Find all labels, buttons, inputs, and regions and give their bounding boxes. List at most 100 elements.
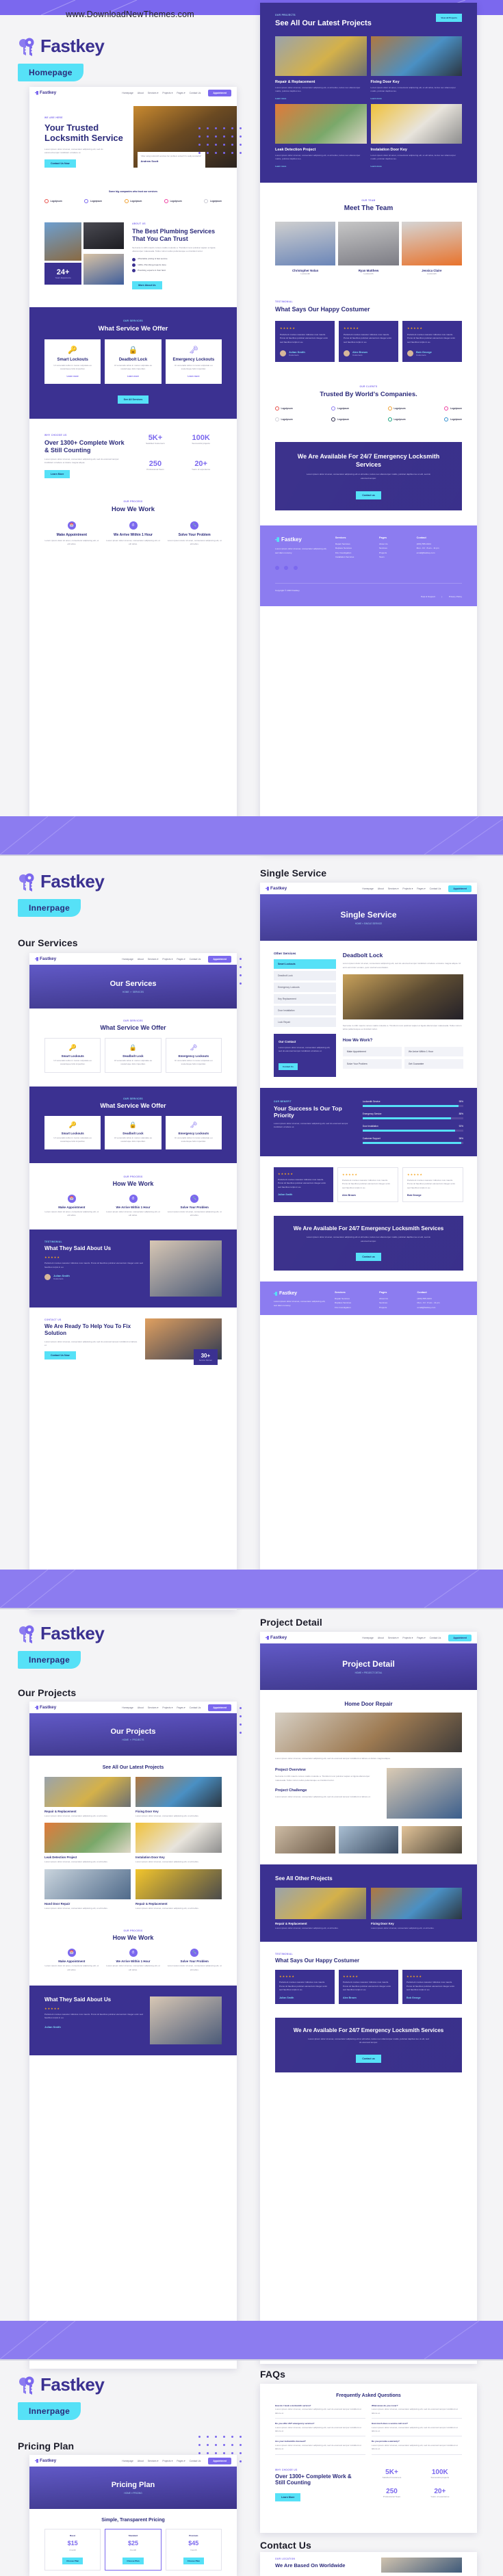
project-card[interactable]: Instalation Door Key Lorem ipsum dolor si… [136,1823,222,1864]
ready-cta[interactable]: Contact Us Now [44,1351,76,1360]
nav-link[interactable]: About [138,1706,144,1709]
cta-banner-button[interactable]: Contact us [356,2054,381,2063]
navbar[interactable]: Fastkey Homepage About Services ▾ Projec… [260,883,477,894]
appointment-button[interactable]: Appointment [208,1704,231,1711]
faq-item[interactable]: Are your locksmiths licensed? Lorem ipsum… [275,2440,365,2455]
navbar[interactable]: Fastkey Homepage About Services ▾ Projec… [29,953,237,965]
hero-cta[interactable]: Contact Us Now [44,159,76,168]
mockup-single-service[interactable]: Fastkey Homepage About Services ▾ Projec… [260,883,477,1600]
nav-link[interactable]: Services ▾ [148,2460,159,2462]
nav-link[interactable]: Services ▾ [148,92,159,94]
pricing-card[interactable]: Premium $45 /month Choose Plan [165,2529,222,2571]
nav-brand[interactable]: Fastkey [266,886,287,891]
nav-links[interactable]: Homepage About Services ▾ Projects ▾ Pag… [122,958,201,961]
choose-plan-button[interactable]: Choose Plan [183,2557,204,2564]
navbar[interactable]: Fastkey Homepage About Services ▾ Projec… [260,1632,477,1643]
mockup-contact[interactable]: OUR LOCATION We Are Based On Worldwide [260,2552,477,2576]
nav-link[interactable]: Pages ▾ [417,1637,425,1639]
project-card[interactable]: Hand Door Repair Lorem ipsum dolor sit am… [44,1869,131,1910]
nav-link[interactable]: Pages ▾ [417,887,425,890]
nav-link[interactable]: Projects ▾ [402,887,413,890]
faq-item[interactable]: How much does a service call cost? Lorem … [372,2422,462,2437]
pricing-card[interactable]: Basic $15 /month Choose Plan [44,2529,101,2571]
service-card[interactable]: 🔑 Smart Lockouts Ut venenatis tellus in … [44,1038,101,1073]
service-link[interactable]: Learn more [49,375,96,378]
mockup-homepage-right[interactable]: OUR PROJECTS See All Our Latest Projects… [260,3,477,853]
footer-link[interactable]: Team [379,555,409,559]
appointment-button[interactable]: Appointment [448,885,472,892]
nav-links[interactable]: Homepage About Services ▾ Projects ▾ Pag… [362,887,441,890]
view-all-projects-button[interactable]: View all Projects [436,14,462,22]
nav-brand[interactable]: Fastkey [35,1705,56,1710]
nav-link[interactable]: Contact Us [190,1706,201,1709]
nav-link[interactable]: Pages ▾ [177,92,185,94]
nav-brand[interactable]: Fastkey [35,957,56,961]
nav-link[interactable]: Contact Us [190,2460,201,2462]
faq-item[interactable]: Do you provide a warranty? Lorem ipsum do… [372,2440,462,2455]
choose-plan-button[interactable]: Choose Plan [122,2557,144,2564]
footer-link[interactable]: Installation Services [335,555,371,559]
service-card[interactable]: 🗝 Emergency Lockouts Ut venenatis tellus i… [165,1115,222,1149]
nav-link[interactable]: Contact Us [430,1637,441,1639]
project-link[interactable]: Learn more [275,97,367,100]
mockup-faqs[interactable]: Frequently Asked Questions How do I book… [260,2384,477,2533]
nav-links[interactable]: Homepage About Services ▾ Projects ▾ Pag… [122,2460,201,2462]
mockup-homepage[interactable]: Fastkey Homepage About Services ▾ Projec… [29,87,237,846]
nav-link[interactable]: Services ▾ [148,1706,159,1709]
service-card[interactable]: 🔒 Deadbolt Lock Ut venenatis tellus in m… [105,1038,162,1073]
mockup-our-projects[interactable]: Fastkey Homepage About Services ▾ Projec… [29,1702,237,2369]
nav-link[interactable]: Pages ▾ [177,1706,185,1709]
contact-card-button[interactable]: Contact Us [279,1063,298,1070]
mockup-project-detail[interactable]: Fastkey Homepage About Services ▾ Projec… [260,1632,477,2364]
project-link[interactable]: Learn more [371,165,463,168]
footer-link[interactable]: Projects [379,1305,409,1310]
project-card[interactable]: Repair & Replacement Lorem ipsum dolor si… [275,1888,366,1930]
nav-link[interactable]: Services ▾ [388,1637,399,1639]
navbar[interactable]: Fastkey Homepage About Services ▾ Projec… [29,2455,237,2467]
project-link[interactable]: Learn more [275,165,367,168]
project-card[interactable]: Repair & Replacement Lorem ipsum dolor s… [275,36,367,100]
nav-link[interactable]: About [378,887,384,890]
twitter-icon[interactable] [284,565,289,570]
nav-link[interactable]: About [138,2460,144,2462]
cta-banner-button[interactable]: Contact us [356,1253,381,1262]
team-member[interactable]: Christopher Nolan Locksmith [275,221,336,276]
appointment-button[interactable]: Appointment [208,89,231,96]
service-card[interactable]: 🔑 Smart Lockouts Ut venenatis tellus in me… [44,1115,101,1149]
nav-link[interactable]: Projects ▾ [162,958,172,961]
nav-link[interactable]: Pages ▾ [177,2460,185,2462]
nav-link[interactable]: Services ▾ [388,887,399,890]
nav-link[interactable]: Projects ▾ [402,1637,413,1639]
project-card[interactable]: Fixing Door Key Lorem ipsum dolor sit ame… [371,1888,462,1930]
nav-link[interactable]: Homepage [362,1637,374,1639]
nav-link[interactable]: Homepage [122,958,133,961]
service-card[interactable]: 🗝 Emergency Lockouts Ut venenatis tellus… [165,1038,222,1073]
about-cta[interactable]: More About Us [132,281,162,289]
stats-cta[interactable]: Learn More [44,469,70,478]
nav-link[interactable]: Projects ▾ [162,1706,172,1709]
appointment-button[interactable]: Appointment [208,2457,231,2464]
nav-brand[interactable]: Fastkey [35,90,56,95]
nav-brand[interactable]: Fastkey [35,2458,56,2463]
nav-link[interactable]: Projects ▾ [162,92,172,94]
service-card[interactable]: 🔒 Deadbolt Lock Ut venenatis tellus in met… [105,1115,162,1149]
service-card[interactable]: 🔒 Deadbolt Lock Ut venenatis tellus in m… [105,339,162,385]
mockup-our-services[interactable]: Fastkey Homepage About Services ▾ Projec… [29,953,237,1610]
nav-link[interactable]: Projects ▾ [162,2460,172,2462]
pricing-card[interactable]: Standard $25 /month Choose Plan [105,2529,162,2571]
project-card[interactable]: Fixing Door Key Lorem ipsum dolor sit ame… [136,1777,222,1818]
badge-homepage[interactable]: Homepage [18,64,83,81]
project-card[interactable]: Repair & Replacement Lorem ipsum dolor si… [136,1869,222,1910]
project-card[interactable]: Fixing Door Key Lorem ipsum dolor sit am… [370,36,462,100]
nav-link[interactable]: Contact Us [190,958,201,961]
footer-link[interactable]: Fire Investigation [335,1305,371,1310]
sidebar-item-deadbolt-lock[interactable]: Deadbolt Lock [274,971,336,980]
nav-link[interactable]: Contact Us [430,887,441,890]
nav-link[interactable]: Homepage [122,92,133,94]
sidebar-item-emergency-lockouts[interactable]: Emergency Lockouts [274,983,336,992]
sidebar-item-smart-lockouts[interactable]: Smart Lockouts [274,959,336,969]
service-card[interactable]: 🔑 Smart Lockouts Ut venenatis tellus in … [44,339,101,385]
sidebar-item-lock-repair[interactable]: Lock Repair [274,1017,336,1027]
youtube-icon[interactable] [293,565,298,570]
nav-link[interactable]: Contact Us [190,92,201,94]
